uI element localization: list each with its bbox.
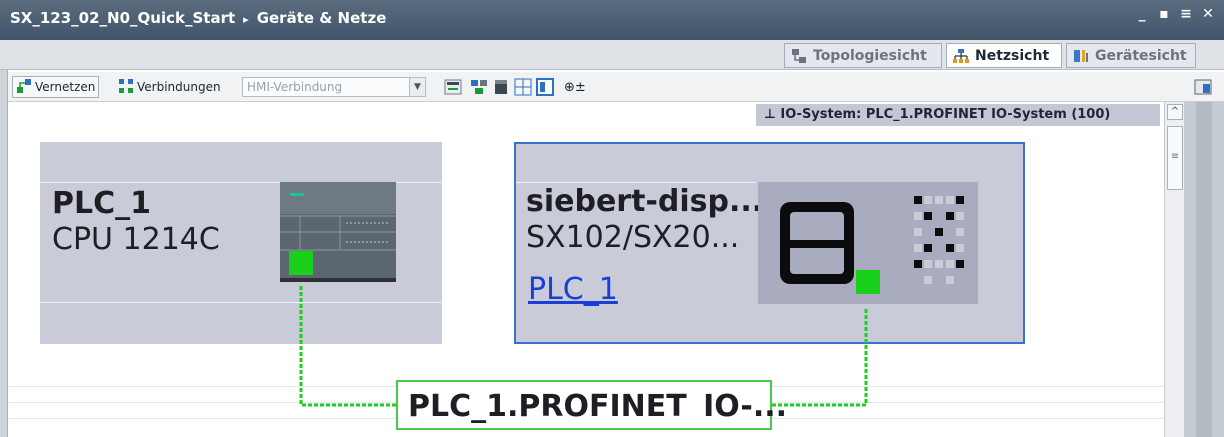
- profinet-network-label[interactable]: PLC_1.PROFINET IO-...: [396, 380, 787, 430]
- scroll-thumb[interactable]: ≡: [1167, 126, 1183, 190]
- scroll-up-button[interactable]: ^: [1167, 104, 1183, 120]
- vertical-scrollbar[interactable]: ^ ≡: [1164, 102, 1184, 437]
- splitter-strip[interactable]: [1196, 102, 1212, 437]
- profinet-network-lines[interactable]: [0, 0, 1224, 437]
- right-frame: [1184, 102, 1224, 437]
